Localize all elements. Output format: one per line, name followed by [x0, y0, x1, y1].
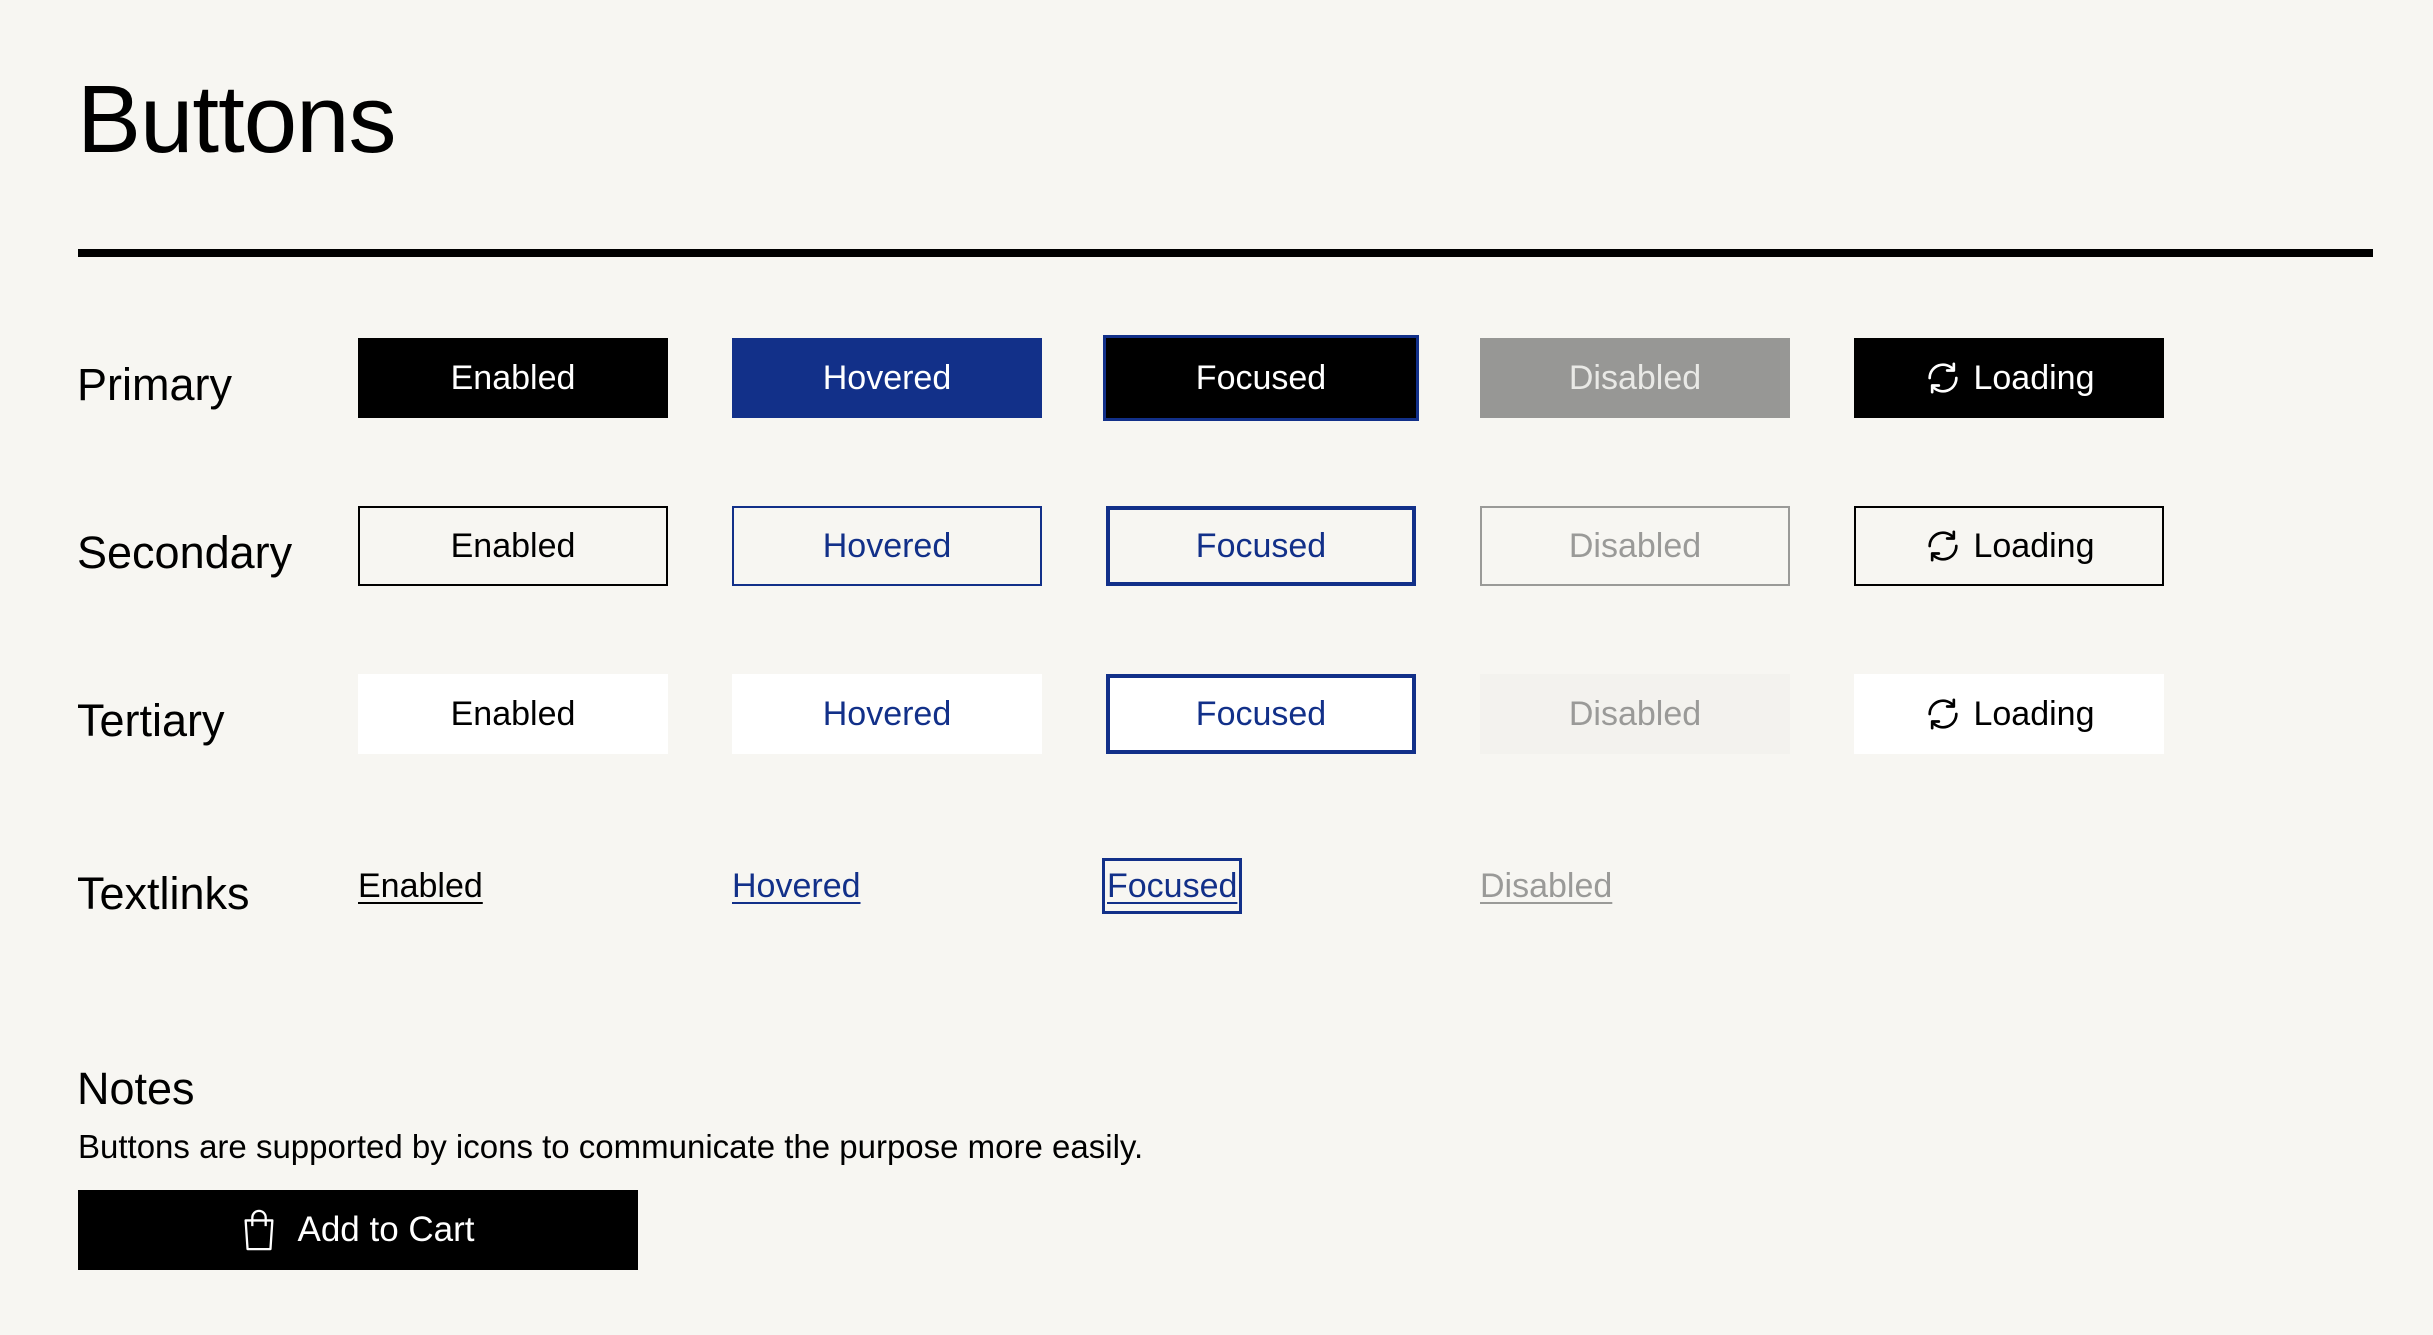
- primary-hovered-button[interactable]: Hovered: [732, 338, 1042, 418]
- row-label-primary: Primary: [77, 359, 232, 410]
- cart-button-label: Add to Cart: [297, 1210, 475, 1249]
- button-label: Enabled: [450, 358, 576, 397]
- refresh-icon: [1923, 526, 1963, 566]
- button-label: Enabled: [450, 694, 576, 733]
- secondary-enabled-button[interactable]: Enabled: [358, 506, 668, 586]
- tertiary-enabled-button[interactable]: Enabled: [358, 674, 668, 754]
- page-title: Buttons: [77, 66, 397, 173]
- row-label-secondary: Secondary: [77, 527, 293, 578]
- button-label: Disabled: [1568, 526, 1702, 565]
- secondary-focused-button[interactable]: Focused: [1106, 506, 1416, 586]
- tertiary-hovered-button[interactable]: Hovered: [732, 674, 1042, 754]
- button-label: Hovered: [822, 358, 952, 397]
- textlink-focused[interactable]: Focused: [1101, 858, 1243, 914]
- tertiary-loading-button[interactable]: Loading: [1854, 674, 2164, 754]
- button-label: Hovered: [822, 694, 952, 733]
- title-divider: [78, 249, 2373, 257]
- primary-focused-button[interactable]: Focused: [1103, 335, 1419, 421]
- textlink-hovered[interactable]: Hovered: [732, 861, 861, 911]
- button-label: Loading: [1973, 358, 2095, 397]
- secondary-hovered-button[interactable]: Hovered: [732, 506, 1042, 586]
- row-label-tertiary: Tertiary: [77, 695, 225, 746]
- refresh-icon: [1923, 694, 1963, 734]
- button-label: Loading: [1973, 526, 2095, 565]
- button-label: Loading: [1973, 694, 2095, 733]
- add-to-cart-button[interactable]: Add to Cart: [78, 1190, 638, 1270]
- tertiary-focused-button[interactable]: Focused: [1106, 674, 1416, 754]
- refresh-icon: [1923, 358, 1963, 398]
- row-label-textlinks: Textlinks: [77, 868, 250, 919]
- button-label: Disabled: [1568, 694, 1702, 733]
- button-label: Focused: [1195, 694, 1327, 733]
- button-label: Disabled: [1568, 358, 1702, 397]
- button-label: Focused: [1195, 526, 1327, 565]
- textlink-disabled: Disabled: [1480, 867, 1613, 905]
- button-label: Hovered: [822, 526, 952, 565]
- primary-loading-button[interactable]: Loading: [1854, 338, 2164, 418]
- shopping-bag-icon: [241, 1209, 277, 1251]
- button-label: Enabled: [450, 526, 576, 565]
- notes-heading: Notes: [77, 1063, 195, 1114]
- primary-enabled-button[interactable]: Enabled: [358, 338, 668, 418]
- button-label: Focused: [1195, 358, 1327, 397]
- primary-disabled-button: Disabled: [1480, 338, 1790, 418]
- secondary-disabled-button: Disabled: [1480, 506, 1790, 586]
- notes-text: Buttons are supported by icons to commun…: [78, 1128, 1144, 1165]
- textlink-enabled[interactable]: Enabled: [358, 861, 483, 911]
- secondary-loading-button[interactable]: Loading: [1854, 506, 2164, 586]
- tertiary-disabled-button: Disabled: [1480, 674, 1790, 754]
